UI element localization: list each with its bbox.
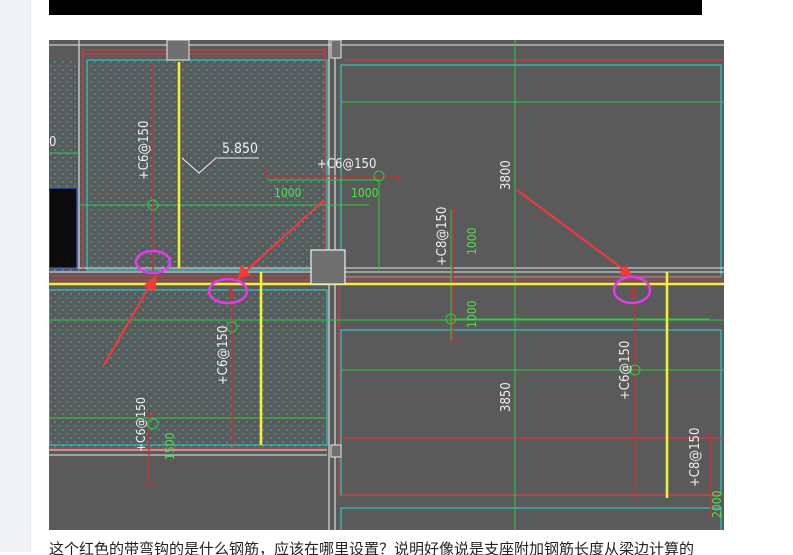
rebar-label: +C8@150 [688,428,703,487]
cropped-label: 0 [49,135,56,150]
rebar-label: +C8@150 [435,207,450,266]
rebar-label: +C6@150 [618,341,633,400]
column-top-right [330,40,342,59]
rebar-label: +C6@150 [137,121,152,180]
dimension-label: 2000 [710,490,724,518]
slab-hatch-upper [49,60,327,273]
image-top-strip [49,0,702,15]
column-top [166,40,190,61]
rebar-mark: 1 [629,287,636,301]
slab-hatch-lower [49,288,327,448]
cad-drawing[interactable]: 5.850 +C6@150 +C6@150 +C6@150 +C6@150 +C… [49,40,724,530]
left-detail-panel [49,187,78,269]
elevation-label: 5.850 [222,141,258,157]
column-center [310,249,346,285]
dimension-label: 1000 [465,300,479,328]
dimension-label: 1000 [465,227,479,255]
post-caption: 这个红色的带弯钩的是什么钢筋，应该在哪里设置？说明好像说是支座附加钢筋长度从梁边… [49,541,695,555]
dimension-label: 1500 [163,432,177,460]
column-bottom [330,444,342,458]
dimension-label: 1000 [351,186,379,200]
rebar-label: +C6@150 [134,397,148,452]
rebar-mark: 1 [227,287,234,301]
rebar-label: +C6@150 [317,157,376,172]
dimension-label: 1000 [274,186,302,200]
left-rail [0,0,31,552]
rebar-label: +C6@150 [216,326,231,385]
dimension-label: 3800 [499,160,514,190]
dimension-label: 3850 [499,382,514,412]
